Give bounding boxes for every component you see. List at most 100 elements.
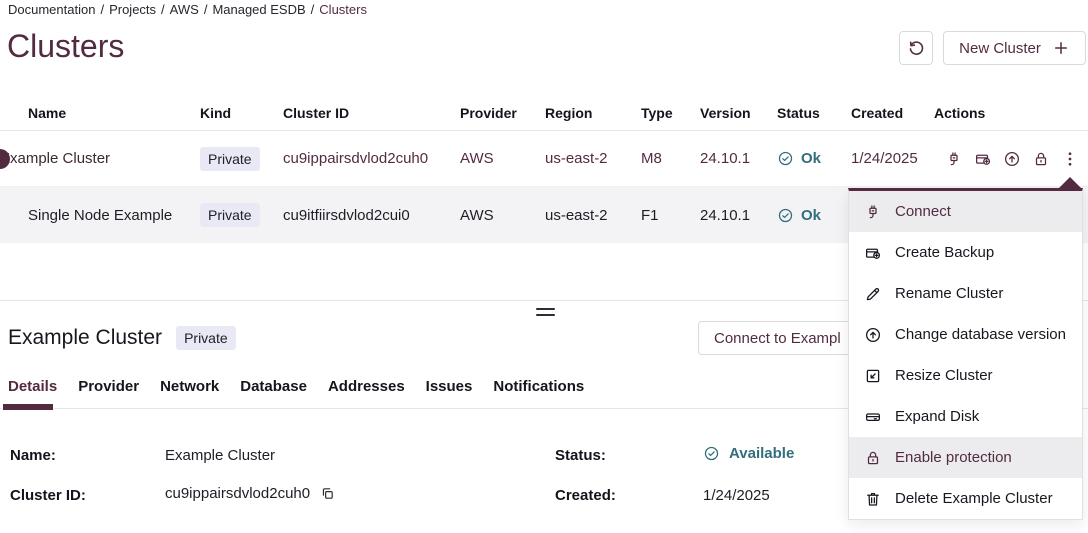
menu-item-change-database-version[interactable]: Change database version xyxy=(849,314,1082,355)
detail-created-value: 1/24/2025 xyxy=(703,487,770,504)
detail-private-badge: Private xyxy=(176,326,236,350)
tab-provider[interactable]: Provider xyxy=(78,378,139,405)
menu-item-delete-cluster[interactable]: Delete Example Cluster xyxy=(849,478,1082,519)
cell-name: Single Node Example xyxy=(0,207,200,224)
tab-addresses[interactable]: Addresses xyxy=(328,378,405,405)
kind-badge: Private xyxy=(200,147,260,171)
menu-item-label: Change database version xyxy=(895,326,1066,343)
arrow-up-circle-icon xyxy=(864,326,882,344)
new-cluster-button[interactable]: New Cluster xyxy=(943,31,1086,65)
refresh-ccw-icon xyxy=(907,39,926,58)
detail-name-label: Name: xyxy=(10,447,56,464)
splitter-drag-handle[interactable] xyxy=(536,308,555,316)
breadcrumb-separator: / xyxy=(100,2,104,17)
breadcrumb-managed-esdb[interactable]: Managed ESDB xyxy=(212,2,305,17)
kind-badge: Private xyxy=(200,203,260,227)
disk-icon xyxy=(864,408,882,426)
check-circle-icon xyxy=(703,445,720,462)
detail-panel-title: Example Cluster xyxy=(8,325,162,350)
breadcrumb-separator: / xyxy=(204,2,208,17)
cell-version: 24.10.1 xyxy=(700,207,777,224)
copy-icon[interactable] xyxy=(320,486,335,501)
breadcrumb-aws[interactable]: AWS xyxy=(170,2,199,17)
backup-box-icon xyxy=(864,244,882,262)
active-tab-indicator xyxy=(3,404,53,410)
cell-region: us-east-2 xyxy=(545,207,641,224)
tab-notifications[interactable]: Notifications xyxy=(493,378,584,405)
column-header-cluster-id: Cluster ID xyxy=(283,105,460,121)
lock-icon xyxy=(864,449,882,467)
cluster-id-text: cu9ippairsdvlod2cuh0 xyxy=(165,485,310,502)
menu-item-label: Create Backup xyxy=(895,244,994,261)
column-header-actions: Actions xyxy=(934,105,1088,121)
column-header-name: Name xyxy=(0,105,200,121)
cell-status: Ok xyxy=(777,150,851,167)
menu-item-label: Delete Example Cluster xyxy=(895,490,1053,507)
trash-icon xyxy=(864,490,882,508)
cell-kind: Private xyxy=(200,203,283,227)
connect-plug-icon[interactable] xyxy=(945,150,963,168)
detail-name-value: Example Cluster xyxy=(165,447,275,464)
menu-item-enable-protection[interactable]: Enable protection xyxy=(849,437,1082,478)
column-header-kind: Kind xyxy=(200,105,283,121)
tab-network[interactable]: Network xyxy=(160,378,219,405)
new-cluster-button-label: New Cluster xyxy=(959,40,1041,57)
cell-version: 24.10.1 xyxy=(700,150,777,167)
detail-created-label: Created: xyxy=(555,487,616,504)
breadcrumb-clusters-current: Clusters xyxy=(319,2,367,17)
row-actions-context-menu: Connect Create Backup Rename Cluster xyxy=(848,188,1083,520)
connect-to-cluster-button-label: Connect to Exampl xyxy=(714,330,841,347)
breadcrumb-documentation[interactable]: Documentation xyxy=(8,2,95,17)
cell-actions xyxy=(934,150,1088,168)
menu-item-resize-cluster[interactable]: Resize Cluster xyxy=(849,355,1082,396)
breadcrumb-separator: / xyxy=(161,2,165,17)
cell-type: F1 xyxy=(641,207,700,224)
clusters-page: Documentation / Projects / AWS / Managed ESDB /… xyxy=(0,0,1088,533)
cell-cluster-id: cu9ippairsdvlod2cuh0 xyxy=(283,150,460,167)
column-header-provider: Provider xyxy=(460,105,545,121)
breadcrumb-projects[interactable]: Projects xyxy=(109,2,156,17)
menu-item-expand-disk[interactable]: Expand Disk xyxy=(849,396,1082,437)
column-header-status: Status xyxy=(777,105,851,121)
context-menu-caret-up xyxy=(1059,177,1081,188)
breadcrumb-separator: / xyxy=(311,2,315,17)
cell-cluster-id: cu9itfiirsdvlod2cui0 xyxy=(283,207,460,224)
cell-region: us-east-2 xyxy=(545,150,641,167)
cell-provider: AWS xyxy=(460,150,545,167)
lock-icon[interactable] xyxy=(1032,150,1050,168)
menu-item-rename-cluster[interactable]: Rename Cluster xyxy=(849,273,1082,314)
detail-cluster-id-label: Cluster ID: xyxy=(10,487,86,504)
status-text: Available xyxy=(729,445,794,462)
menu-item-connect[interactable]: Connect xyxy=(849,191,1082,232)
column-header-type: Type xyxy=(641,105,700,121)
pencil-icon xyxy=(864,285,882,303)
plug-icon xyxy=(864,203,882,221)
resize-icon xyxy=(864,367,882,385)
arrow-up-circle-icon[interactable] xyxy=(1003,150,1021,168)
detail-status-value: Available xyxy=(703,445,794,462)
tab-details[interactable]: Details xyxy=(8,378,57,405)
cell-type: M8 xyxy=(641,150,700,167)
table-header-row: Name Kind Cluster ID Provider Region Typ… xyxy=(0,95,1088,131)
cell-kind: Private xyxy=(200,147,283,171)
cell-created: 1/24/2025 xyxy=(851,150,934,167)
column-header-version: Version xyxy=(700,105,777,121)
breadcrumb: Documentation / Projects / AWS / Managed ESDB /… xyxy=(8,2,367,18)
refresh-button[interactable] xyxy=(899,31,933,65)
tab-issues[interactable]: Issues xyxy=(426,378,473,405)
menu-item-label: Expand Disk xyxy=(895,408,979,425)
page-title: Clusters xyxy=(7,29,124,64)
tab-database[interactable]: Database xyxy=(240,378,307,405)
detail-tabs: Details Provider Network Database Addres… xyxy=(8,378,584,405)
table-row-example-cluster[interactable]: Example Cluster Private cu9ippairsdvlod2… xyxy=(0,131,1088,187)
detail-cluster-id-value: cu9ippairsdvlod2cuh0 xyxy=(165,485,335,502)
create-backup-icon[interactable] xyxy=(974,150,992,168)
plus-icon xyxy=(1052,39,1070,57)
check-circle-icon xyxy=(777,207,794,224)
menu-item-create-backup[interactable]: Create Backup xyxy=(849,232,1082,273)
detail-status-label: Status: xyxy=(555,447,606,464)
menu-item-label: Resize Cluster xyxy=(895,367,993,384)
kebab-menu-icon[interactable] xyxy=(1061,150,1079,168)
status-badge: Ok xyxy=(801,150,821,167)
menu-item-label: Enable protection xyxy=(895,449,1012,466)
